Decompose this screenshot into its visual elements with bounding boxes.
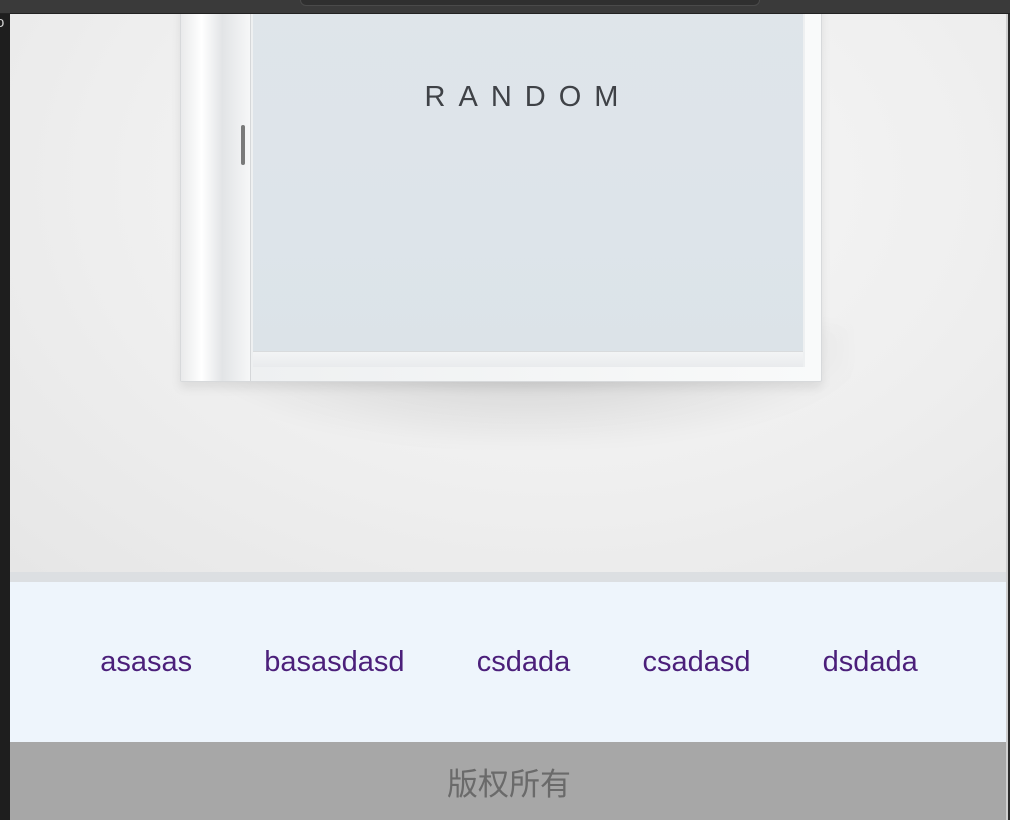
copyright-text: 版权所有 xyxy=(447,766,571,803)
cd-cover-title: RANDOM xyxy=(424,81,632,113)
cd-cover: RANDOM xyxy=(253,14,805,367)
nav-bar: asasas basasdasd csdada csadasd dsdada xyxy=(10,582,1006,742)
cd-case-image: RANDOM xyxy=(180,14,822,382)
window-edge: o xyxy=(0,0,10,820)
cd-case-spine xyxy=(181,14,251,381)
nav-link-basasdasd[interactable]: basasdasd xyxy=(264,646,404,679)
address-pill[interactable] xyxy=(300,0,760,6)
hero-banner: RANDOM xyxy=(10,14,1006,572)
footer: 版权所有 xyxy=(10,742,1006,820)
cd-case-hinge xyxy=(241,125,245,165)
clipped-window-text: o xyxy=(0,14,5,31)
nav-link-csadasd[interactable]: csadasd xyxy=(642,646,750,679)
page: RANDOM asasas basasdasd csdada csadasd d… xyxy=(10,14,1008,820)
nav-link-asasas[interactable]: asasas xyxy=(100,646,192,679)
nav-link-csdada[interactable]: csdada xyxy=(477,646,571,679)
nav-link-dsdada[interactable]: dsdada xyxy=(823,646,918,679)
cd-case-bottom-rail xyxy=(253,351,803,367)
browser-top-bar xyxy=(0,0,1010,14)
section-divider xyxy=(10,572,1006,582)
